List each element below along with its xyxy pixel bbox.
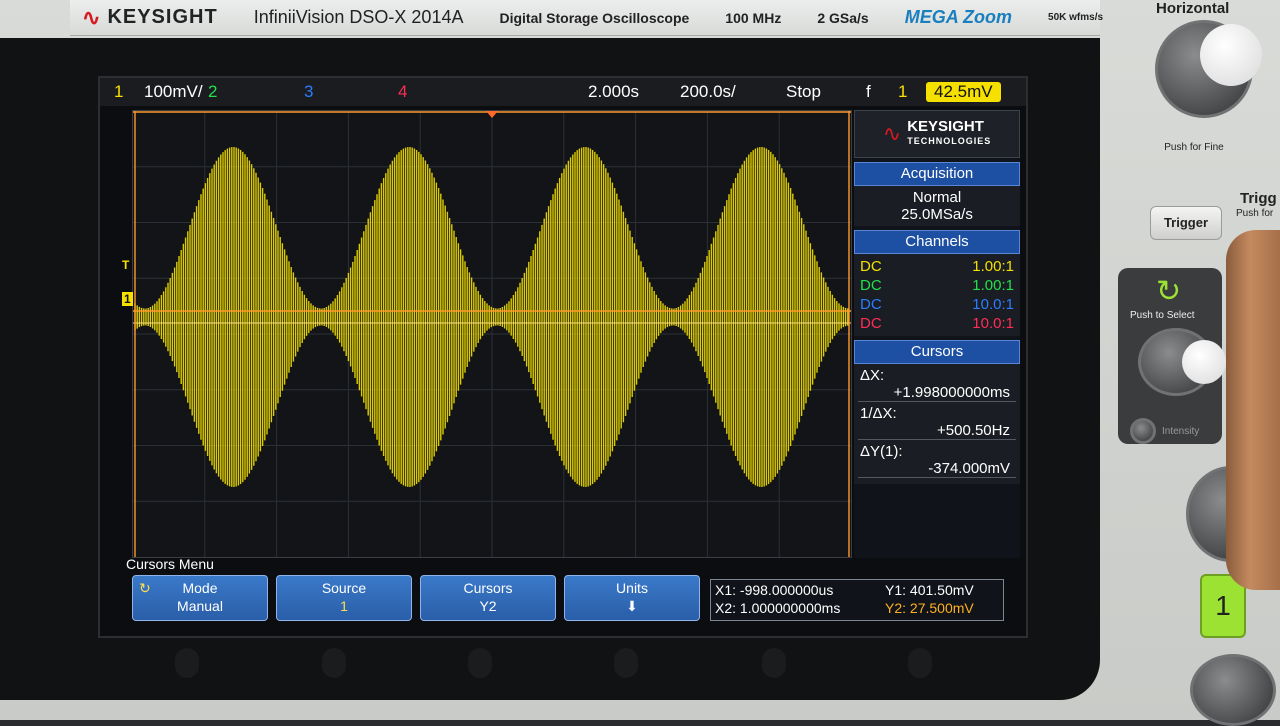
cursors-body: ΔX: +1.998000000ms 1/ΔX: +500.50Hz ΔY(1)… xyxy=(854,364,1020,484)
scope-display: 1 100mV/ 2 3 4 2.000s 200.0s/ Stop f 1 4… xyxy=(98,76,1028,638)
delta-y-value: -374.000mV xyxy=(858,460,1016,478)
delta-x-value: +1.998000000ms xyxy=(858,384,1016,402)
physical-softkey[interactable] xyxy=(614,648,638,678)
brand-logo: ∿ KEYSIGHT xyxy=(82,5,218,31)
channel-row: DC 1.00:1 xyxy=(854,257,1020,276)
samplerate-label: 2 GSa/s xyxy=(817,9,869,26)
probe-ratio: 1.00:1 xyxy=(972,258,1014,275)
time-position: 2.000s xyxy=(588,82,640,101)
x1-readout: X1: -998.000000us xyxy=(715,582,834,598)
trigger-section-label: Trigg xyxy=(1240,190,1277,207)
acquisition-header: Acquisition xyxy=(854,162,1020,186)
probe-ratio: 1.00:1 xyxy=(972,277,1014,294)
rotate-knob-icon: ↻ xyxy=(139,580,151,596)
source-softkey[interactable]: Source 1 xyxy=(276,575,412,621)
megazoom-logo: MEGA Zoom xyxy=(904,7,1013,27)
inv-delta-x-label: 1/ΔX: xyxy=(860,405,897,422)
trigger-level: 42.5mV xyxy=(926,82,1001,102)
keysight-wave-icon: ∿ xyxy=(82,4,102,30)
push-select-arrow-icon: ↻ xyxy=(1156,275,1182,308)
panel-logo-sub: TECHNOLOGIES xyxy=(907,136,992,146)
physical-softkey[interactable] xyxy=(175,648,199,678)
cursors-softkey[interactable]: Cursors Y2 xyxy=(420,575,556,621)
vertical-position-knob[interactable] xyxy=(1190,654,1276,726)
y2-readout: Y2: 27.500mV xyxy=(885,600,974,616)
waveform-graticule xyxy=(132,110,852,558)
probe-ratio: 10.0:1 xyxy=(972,296,1014,313)
user-finger xyxy=(1226,230,1280,590)
softkey-label: Cursors xyxy=(463,580,513,596)
softkey-value: 1 xyxy=(340,598,348,614)
time-scale: 200.0s/ xyxy=(680,82,736,101)
acquisition-body: Normal 25.0MSa/s xyxy=(854,186,1020,226)
brand-name: KEYSIGHT xyxy=(107,6,218,28)
softkey-bar: ↻ Mode Manual Source 1 Cursors Y2 Units … xyxy=(132,575,1022,623)
softkey-value: Manual xyxy=(177,598,223,614)
coupling: DC xyxy=(860,258,882,275)
status-line: 1 100mV/ 2 3 4 2.000s 200.0s/ Stop f 1 4… xyxy=(100,78,1026,106)
intensity-knob[interactable] xyxy=(1130,418,1156,444)
probe-ratio: 10.0:1 xyxy=(972,315,1014,332)
ch1-number[interactable]: 1 xyxy=(114,82,123,102)
run-state: Stop xyxy=(786,82,821,101)
knob-cap xyxy=(1182,340,1226,384)
bandwidth-label: 100 MHz xyxy=(725,9,782,26)
ch2-number[interactable]: 2 xyxy=(208,82,217,102)
cursor-readout-box: X1: -998.000000us X2: 1.000000000ms Y1: … xyxy=(710,579,1004,621)
wfms-label: 50K wfms/s xyxy=(1048,12,1104,23)
push-for-label: Push for xyxy=(1236,208,1274,219)
panel-logo: ∿ KEYSIGHT TECHNOLOGIES xyxy=(854,110,1020,158)
top-label-strip: ∿ KEYSIGHT InfiniiVision DSO-X 2014A Dig… xyxy=(70,0,1104,36)
trigger-slope-icon: f xyxy=(866,82,871,101)
coupling: DC xyxy=(860,315,882,332)
trigger-position-marker xyxy=(486,111,498,118)
physical-softkey[interactable] xyxy=(322,648,346,678)
ch4-number[interactable]: 4 xyxy=(398,82,407,102)
physical-softkey[interactable] xyxy=(468,648,492,678)
x2-readout: X2: 1.000000000ms xyxy=(715,600,841,616)
trigger-button[interactable]: Trigger xyxy=(1150,206,1222,240)
delta-y-label: ΔY(1): xyxy=(860,443,903,460)
trigger-source: 1 xyxy=(898,82,908,101)
ch1-waveform xyxy=(134,147,849,487)
knob-cap xyxy=(1200,24,1262,86)
softkey-label: Mode xyxy=(182,580,218,596)
horizontal-label: Horizontal xyxy=(1156,0,1230,17)
trigger-level-marker: T xyxy=(122,258,130,272)
keysight-wave-icon: ∿ xyxy=(882,121,902,146)
menu-title: Cursors Menu xyxy=(126,556,214,572)
acq-mode: Normal xyxy=(912,189,962,206)
y1-readout: Y1: 401.50mV xyxy=(885,582,974,598)
softkey-label: Units xyxy=(616,580,648,596)
push-fine-label: Push for Fine xyxy=(1164,142,1224,153)
delta-x-label: ΔX: xyxy=(860,367,885,384)
channel-row: DC 10.0:1 xyxy=(854,314,1020,333)
ch1-scale: 100mV/ xyxy=(144,82,203,101)
cursors-header: Cursors xyxy=(854,340,1020,364)
panel-logo-text: KEYSIGHT xyxy=(907,118,984,135)
mode-softkey[interactable]: ↻ Mode Manual xyxy=(132,575,268,621)
waveform-plot xyxy=(133,111,851,557)
softkey-label: Source xyxy=(321,580,367,596)
ch1-ground-marker: 1 xyxy=(122,292,133,306)
right-info-panel: ∿ KEYSIGHT TECHNOLOGIES Acquisition Norm… xyxy=(854,110,1020,558)
channel-row: DC 10.0:1 xyxy=(854,295,1020,314)
units-softkey[interactable]: Units ⬇ xyxy=(564,575,700,621)
acq-rate: 25.0MSa/s xyxy=(901,206,973,223)
intensity-label: Intensity xyxy=(1162,426,1200,437)
physical-softkey[interactable] xyxy=(908,648,932,678)
channel-row: DC 1.00:1 xyxy=(854,276,1020,295)
coupling: DC xyxy=(860,296,882,313)
ch3-number[interactable]: 3 xyxy=(304,82,313,102)
push-select-label: Push to Select xyxy=(1130,310,1195,321)
coupling: DC xyxy=(860,277,882,294)
inv-delta-x-value: +500.50Hz xyxy=(858,422,1016,440)
softkey-value: Y2 xyxy=(479,598,497,614)
model-name: InfiniiVision DSO-X 2014A xyxy=(253,7,464,27)
channels-body: DC 1.00:1 DC 1.00:1 DC 10.0:1 DC 10.0:1 xyxy=(854,254,1020,336)
channels-header: Channels xyxy=(854,230,1020,254)
device-type: Digital Storage Oscilloscope xyxy=(499,9,690,26)
physical-softkey[interactable] xyxy=(762,648,786,678)
down-arrow-icon: ⬇ xyxy=(626,598,638,614)
